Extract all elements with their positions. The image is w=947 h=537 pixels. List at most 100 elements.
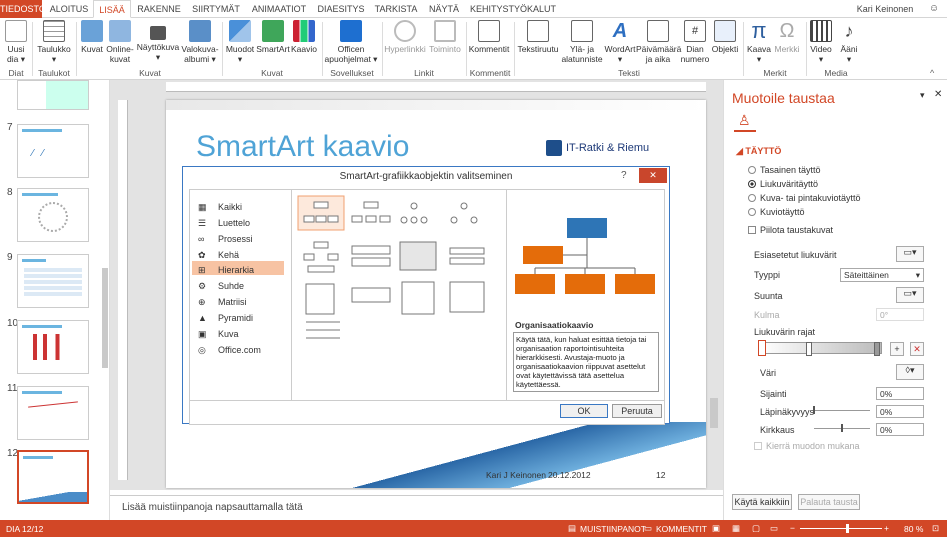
help-button[interactable]: ? xyxy=(621,170,627,181)
video-button[interactable]: Video ▾ xyxy=(808,20,834,64)
slideshow-icon[interactable]: ▭ xyxy=(770,523,778,534)
transparency-input[interactable]: 0% xyxy=(876,405,924,418)
category-item[interactable]: Office.com xyxy=(218,345,261,355)
collapse-ribbon-icon[interactable]: ^ xyxy=(930,68,934,78)
user-name[interactable]: Kari Keinonen xyxy=(850,0,920,18)
position-input[interactable]: 0% xyxy=(876,387,924,400)
zoom-slider[interactable] xyxy=(800,528,882,529)
category-item[interactable]: Matriisi xyxy=(218,297,247,307)
thumbnail-scrollbar[interactable] xyxy=(102,268,108,368)
slide-thumbnail[interactable] xyxy=(17,386,89,440)
header-footer-button[interactable]: Ylä- ja alatunniste xyxy=(560,20,604,64)
transparency-slider-thumb[interactable] xyxy=(813,406,815,414)
equation-button[interactable]: π Kaava ▾ xyxy=(746,20,772,65)
photo-album-button[interactable]: Valokuva-albumi ▾ xyxy=(180,20,220,64)
new-slide-button[interactable]: Uusi dia ▾ xyxy=(2,20,30,64)
table-button[interactable]: Taulukko ▾ xyxy=(35,20,73,64)
smartart-button[interactable]: SmartArt xyxy=(256,20,290,54)
action-button[interactable]: Toiminto xyxy=(428,20,462,54)
add-stop-icon[interactable]: + xyxy=(890,342,904,356)
slide-thumbnail[interactable] xyxy=(17,320,89,374)
gradient-stop-handle[interactable] xyxy=(874,342,880,356)
brightness-input[interactable]: 0% xyxy=(876,423,924,436)
slide-title[interactable]: SmartArt kaavio xyxy=(196,130,409,164)
slide-thumbnail-selected[interactable] xyxy=(17,450,89,504)
angle-input[interactable]: 0° xyxy=(876,308,924,321)
category-item-selected[interactable]: Hierarkia xyxy=(218,265,254,275)
symbol-button[interactable]: Ω Merkki xyxy=(772,20,802,54)
tab-home[interactable]: ALOITUS xyxy=(48,0,90,18)
type-dropdown[interactable]: Säteittäinen ▾ xyxy=(840,268,924,282)
audio-button[interactable]: ♪ Ääni ▾ xyxy=(836,20,862,64)
reading-view-icon[interactable]: ▢ xyxy=(752,523,760,534)
fill-bucket-icon[interactable]: ♙ xyxy=(738,112,751,129)
slide-sorter-icon[interactable]: ▦ xyxy=(732,523,740,534)
zoom-level[interactable]: 80 % xyxy=(904,524,923,534)
pane-options-icon[interactable]: ▾ xyxy=(920,90,925,101)
fill-section-header[interactable]: ◢ TÄYTTÖ xyxy=(736,146,781,157)
rotate-with-shape-checkbox[interactable] xyxy=(754,442,762,450)
category-item[interactable]: Prosessi xyxy=(218,234,253,244)
tab-insert[interactable]: LISÄÄ xyxy=(93,0,131,18)
brightness-slider-thumb[interactable] xyxy=(841,424,843,432)
office-apps-button[interactable]: Officen apuohjelmat ▾ xyxy=(324,20,378,64)
zoom-out-icon[interactable]: − xyxy=(790,523,795,533)
normal-view-icon[interactable]: ▣ xyxy=(712,523,720,534)
shapes-button[interactable]: Muodot ▾ xyxy=(224,20,256,64)
tab-slideshow[interactable]: DIAESITYS xyxy=(314,0,368,18)
gradient-stop-handle[interactable] xyxy=(806,342,812,356)
slide-thumbnail[interactable] xyxy=(17,254,89,308)
ok-button[interactable]: OK xyxy=(560,404,608,418)
apply-to-all-button[interactable]: Käytä kaikkiin xyxy=(732,494,792,510)
zoom-slider-thumb[interactable] xyxy=(846,524,849,533)
fit-slide-icon[interactable]: ⊡ xyxy=(932,523,939,534)
pane-close-icon[interactable]: ✕ xyxy=(934,89,942,100)
category-item[interactable]: Kehä xyxy=(218,250,239,260)
direction-dropdown[interactable]: ▭▾ xyxy=(896,287,924,303)
wordart-button[interactable]: A WordArt ▾ xyxy=(604,20,636,64)
cancel-button[interactable]: Peruuta xyxy=(612,404,662,418)
hide-background-checkbox[interactable] xyxy=(748,226,756,234)
close-button[interactable]: ✕ xyxy=(639,168,667,183)
hyperlink-button[interactable]: Hyperlinkki xyxy=(384,20,426,54)
radio-pattern-fill[interactable] xyxy=(748,208,756,216)
vertical-scrollbar[interactable] xyxy=(710,398,718,428)
textbox-button[interactable]: Tekstiruutu xyxy=(516,20,560,54)
tab-animations[interactable]: ANIMAATIOT xyxy=(250,0,308,18)
transparency-slider[interactable] xyxy=(814,410,870,411)
color-picker-button[interactable]: ◊▾ xyxy=(896,364,924,380)
gradient-stop-handle[interactable] xyxy=(758,340,766,356)
comments-toggle[interactable]: KOMMENTIT xyxy=(656,524,707,534)
category-item[interactable]: Luettelo xyxy=(218,218,250,228)
radio-gradient-fill-selected[interactable] xyxy=(748,180,756,188)
slide-number-button[interactable]: # Dian numero xyxy=(680,20,710,64)
screenshot-button[interactable]: Näyttökuva ▾ xyxy=(136,20,180,62)
tab-developer[interactable]: KEHITYSTYÖKALUT xyxy=(470,0,556,18)
zoom-in-icon[interactable]: + xyxy=(884,523,889,533)
date-time-button[interactable]: Päivämäärä ja aika xyxy=(636,20,681,64)
slide-thumbnail[interactable] xyxy=(17,188,89,242)
category-item[interactable]: Suhde xyxy=(218,281,244,291)
reset-background-button[interactable]: Palauta tausta xyxy=(798,494,860,510)
slide-thumbnail[interactable] xyxy=(17,80,89,110)
tab-design[interactable]: RAKENNE xyxy=(136,0,182,18)
chart-button[interactable]: Kaavio xyxy=(290,20,318,54)
preset-gradients-dropdown[interactable]: ▭▾ xyxy=(896,246,924,262)
category-item[interactable]: Kuva xyxy=(218,329,239,339)
radio-solid-fill[interactable] xyxy=(748,166,756,174)
notes-pane[interactable]: Lisää muistiinpanoja napsauttamalla tätä xyxy=(110,495,723,520)
pictures-button[interactable]: Kuvat xyxy=(78,20,106,54)
notes-toggle[interactable]: MUISTIINPANOT xyxy=(580,524,646,534)
tab-review[interactable]: TARKISTA xyxy=(373,0,419,18)
user-avatar-icon[interactable]: ☺ xyxy=(924,0,944,18)
tab-file[interactable]: TIEDOSTO xyxy=(0,0,46,18)
category-item[interactable]: Pyramidi xyxy=(218,313,253,323)
comment-button[interactable]: Kommentit xyxy=(468,20,510,54)
tab-view[interactable]: NÄYTÄ xyxy=(425,0,463,18)
category-item[interactable]: Kaikki xyxy=(218,202,242,212)
radio-picture-fill[interactable] xyxy=(748,194,756,202)
slide-thumbnail[interactable]: ⁄ ⁄ xyxy=(17,124,89,178)
online-pictures-button[interactable]: Online-kuvat xyxy=(106,20,134,64)
remove-stop-icon[interactable]: ✕ xyxy=(910,342,924,356)
object-button[interactable]: Objekti xyxy=(710,20,740,54)
